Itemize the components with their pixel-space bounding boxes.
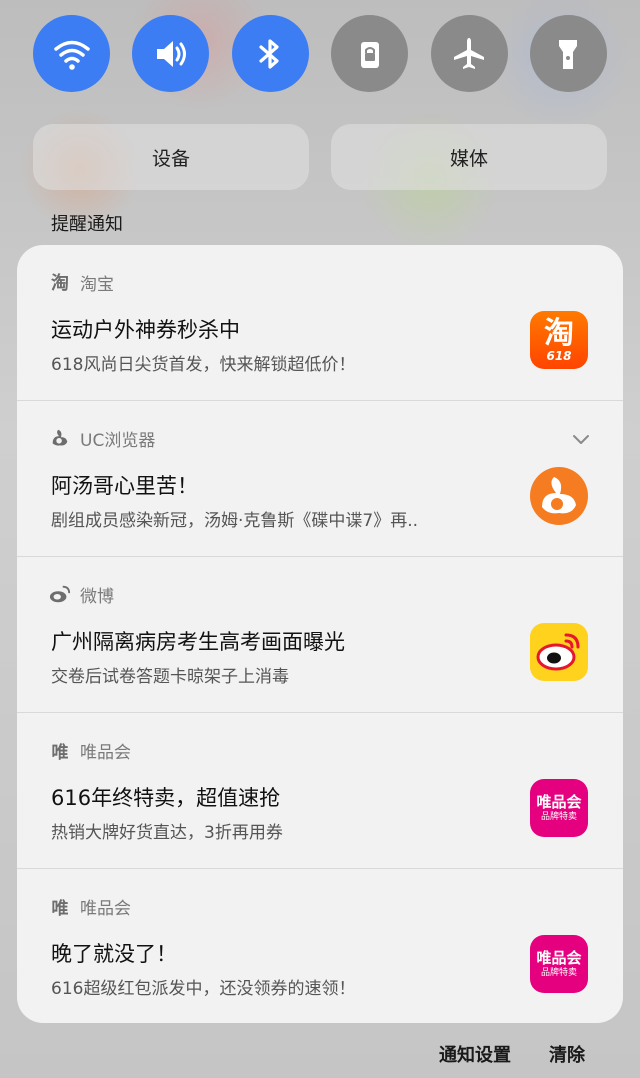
notification-body: 热销大牌好货直达，3折再用券 xyxy=(51,823,283,843)
volume-toggle[interactable] xyxy=(132,15,210,92)
app-header: UC浏览器 xyxy=(48,425,155,451)
app-name: 唯品会 xyxy=(80,742,131,763)
bluetooth-toggle[interactable] xyxy=(231,15,309,92)
vip-small-icon: 唯 xyxy=(51,742,69,763)
clear-button[interactable]: 清除 xyxy=(549,1041,585,1067)
notification-weibo[interactable]: 微博 广州隔离病房考生高考画面曝光 交卷后试卷答题卡晾架子上消毒 xyxy=(17,557,623,713)
vip-icon-slogan: 品牌特卖 xyxy=(540,812,577,822)
weibo-app-icon xyxy=(530,623,588,681)
notification-title: 运动户外神券秒杀中 xyxy=(51,318,240,342)
notification-uc-browser[interactable]: UC浏览器 阿汤哥心里苦！ 剧组成员感染新冠，汤姆·克鲁斯《碟中谍7》再.. xyxy=(17,401,623,557)
app-header: 唯 唯品会 xyxy=(48,893,132,919)
airplane-icon xyxy=(454,37,485,69)
uc-app-icon xyxy=(530,467,588,525)
notification-footer: 通知设置 清除 xyxy=(0,1038,640,1068)
wifi-toggle[interactable] xyxy=(33,15,110,92)
vip-icon-name: 唯品会 xyxy=(536,793,582,811)
uc-squirrel-small-icon xyxy=(48,426,72,450)
notification-title: 广州隔离病房考生高考画面曝光 xyxy=(51,630,345,654)
vip-icon-name: 唯品会 xyxy=(536,949,582,967)
flashlight-icon xyxy=(559,39,578,69)
notification-taobao[interactable]: 淘 淘宝 运动户外神券秒杀中 618风尚日尖货首发，快来解锁超低价！ 淘 618 xyxy=(17,245,623,401)
volume-icon xyxy=(156,40,186,67)
vip-app-icon: 唯品会 品牌特卖 xyxy=(530,935,588,993)
devices-button[interactable]: 设备 xyxy=(33,124,309,190)
chevron-down-icon[interactable] xyxy=(571,429,591,449)
app-header: 淘 淘宝 xyxy=(48,269,114,295)
uc-squirrel-icon xyxy=(542,477,576,514)
vip-app-icon: 唯品会 品牌特卖 xyxy=(530,779,588,837)
app-name: UC浏览器 xyxy=(80,430,156,451)
notification-title: 616年终特卖，超值速抢 xyxy=(51,786,281,810)
quick-settings-toggles xyxy=(33,15,607,92)
weibo-small-icon xyxy=(48,582,72,606)
notification-settings-button[interactable]: 通知设置 xyxy=(439,1041,511,1067)
notification-vip-1[interactable]: 唯 唯品会 616年终特卖，超值速抢 热销大牌好货直达，3折再用券 唯品会 品牌… xyxy=(17,713,623,869)
flashlight-toggle[interactable] xyxy=(529,15,607,92)
weibo-eye-icon xyxy=(536,633,580,671)
device-media-row: 设备 媒体 xyxy=(33,124,607,190)
notification-title: 阿汤哥心里苦！ xyxy=(51,474,198,498)
app-header: 微博 xyxy=(48,581,114,607)
notification-body: 618风尚日尖货首发，快来解锁超低价！ xyxy=(51,355,356,375)
notification-vip-2[interactable]: 唯 唯品会 晚了就没了！ 616超级红包派发中，还没领券的速领！ 唯品会 品牌特… xyxy=(17,869,623,1023)
vip-icon-slogan: 品牌特卖 xyxy=(540,968,577,978)
bluetooth-icon xyxy=(259,38,279,69)
airplane-toggle[interactable] xyxy=(430,15,508,92)
app-name: 淘宝 xyxy=(80,274,114,295)
media-button[interactable]: 媒体 xyxy=(331,124,607,190)
notification-body: 交卷后试卷答题卡晾架子上消毒 xyxy=(51,667,289,687)
taobao-app-icon: 淘 618 xyxy=(530,311,588,369)
app-name: 唯品会 xyxy=(80,898,131,919)
notification-card: 淘 淘宝 运动户外神券秒杀中 618风尚日尖货首发，快来解锁超低价！ 淘 618… xyxy=(17,245,623,1023)
lock-icon xyxy=(360,41,379,68)
rotation-lock-toggle[interactable] xyxy=(331,15,409,92)
app-name: 微博 xyxy=(80,586,114,607)
wifi-icon xyxy=(53,40,90,70)
notification-title: 晚了就没了！ xyxy=(51,942,177,966)
taobao-small-icon: 淘 xyxy=(51,273,69,294)
app-header: 唯 唯品会 xyxy=(48,737,132,763)
notification-body: 616超级红包派发中，还没领券的速领！ xyxy=(51,979,356,999)
vip-small-icon: 唯 xyxy=(51,898,69,919)
notification-body: 剧组成员感染新冠，汤姆·克鲁斯《碟中谍7》再.. xyxy=(51,511,419,531)
taobao-icon-subtext: 618 xyxy=(546,349,572,363)
taobao-icon-glyph: 淘 xyxy=(544,316,574,351)
section-title: 提醒通知 xyxy=(51,214,123,235)
